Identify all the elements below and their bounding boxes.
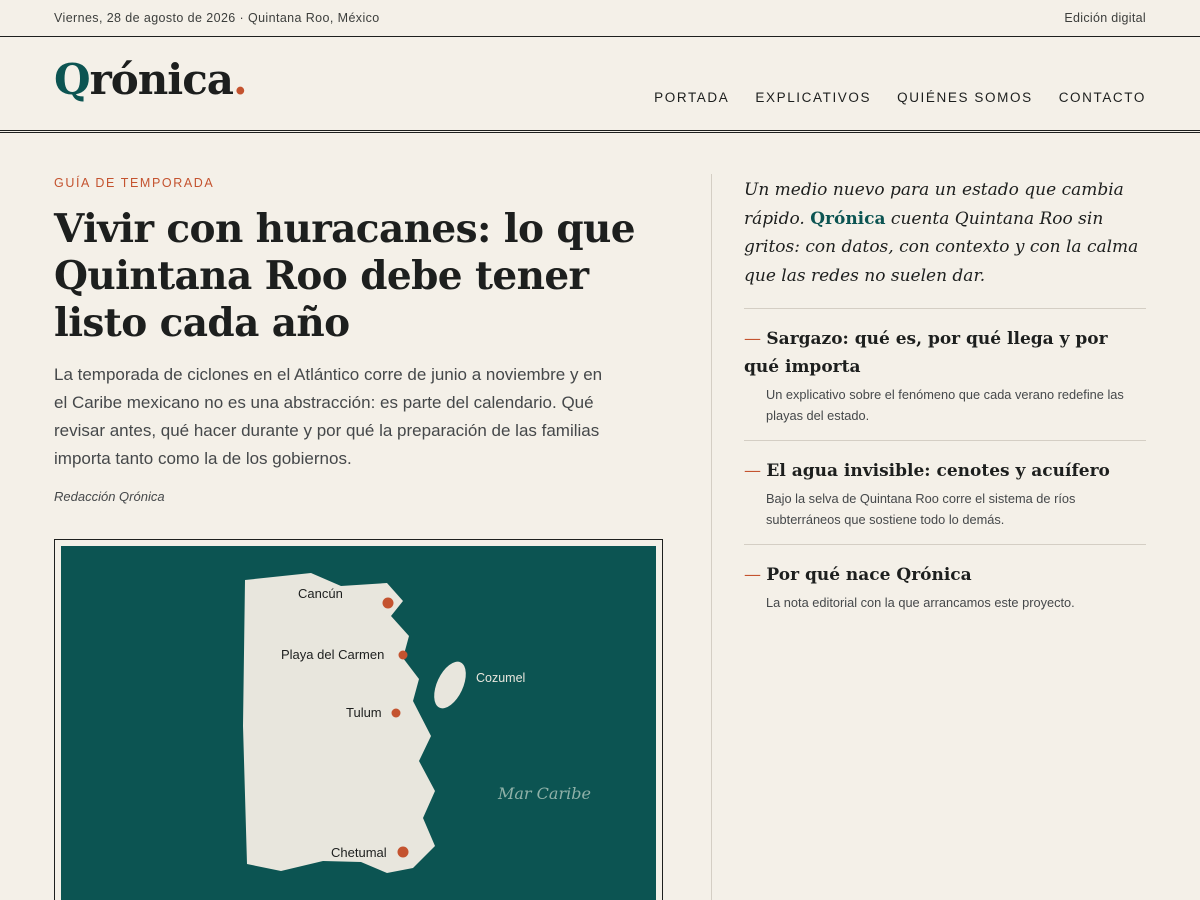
article-kicker: GUÍA DE TEMPORADA bbox=[54, 176, 215, 190]
nav-portada[interactable]: PORTADA bbox=[654, 90, 729, 105]
nav-explicativos[interactable]: EXPLICATIVOS bbox=[755, 90, 871, 105]
sidebar-item-title[interactable]: — Por qué nace Qrónica bbox=[744, 561, 1146, 589]
sidebar: Un medio nuevo para un estado que cambia… bbox=[744, 176, 1146, 628]
main-article: GUÍA DE TEMPORADA Vivir con huracanes: l… bbox=[54, 176, 664, 504]
sidebar-item-desc: Un explicativo sobre el fenómeno que cad… bbox=[766, 387, 1124, 423]
sidebar-item-title[interactable]: — El agua invisible: cenotes y acuífero bbox=[744, 457, 1146, 485]
article-headline[interactable]: Vivir con huracanes: lo que Quintana Roo… bbox=[54, 206, 664, 347]
dash-icon: — bbox=[744, 565, 767, 585]
sidebar-item-title-text[interactable]: El agua invisible: cenotes y acuífero bbox=[766, 461, 1110, 481]
article-byline: Redacción Qrónica bbox=[54, 489, 165, 504]
chetumal-label: Chetumal bbox=[331, 845, 387, 860]
masthead: Qrónica. PORTADA EXPLICATIVOS QUIÉNES SO… bbox=[0, 37, 1200, 133]
cancun-marker[interactable] bbox=[382, 597, 394, 609]
logo-dot: . bbox=[233, 55, 248, 104]
dateline: Viernes, 28 de agosto de 2026 · Quintana… bbox=[54, 11, 380, 25]
sidebar-item-title[interactable]: — Sargazo: qué es, por qué llega y por q… bbox=[744, 325, 1146, 381]
edition-label[interactable]: Edición digital bbox=[1064, 11, 1146, 25]
article-dek: La temporada de ciclones en el Atlántico… bbox=[54, 365, 603, 468]
logo-text: rónica bbox=[89, 55, 234, 104]
sidebar-item-title-text[interactable]: Sargazo: qué es, por qué llega y por qué… bbox=[744, 329, 1108, 377]
chetumal-marker[interactable] bbox=[397, 846, 409, 858]
cancun-label: Cancún bbox=[298, 586, 343, 601]
logo-q: Q bbox=[54, 55, 91, 104]
nav-contacto[interactable]: CONTACTO bbox=[1059, 90, 1146, 105]
sidebar-item[interactable]: — Sargazo: qué es, por qué llega y por q… bbox=[744, 308, 1146, 440]
top-bar: Viernes, 28 de agosto de 2026 · Quintana… bbox=[0, 0, 1200, 37]
site-logo[interactable]: Qrónica. bbox=[54, 59, 248, 101]
sidebar-item[interactable]: — Por qué nace Qrónica La nota editorial… bbox=[744, 544, 1146, 628]
dash-icon: — bbox=[744, 329, 767, 349]
playa-del-carmen-label: Playa del Carmen bbox=[281, 647, 384, 662]
sidebar-item-title-text[interactable]: Por qué nace Qrónica bbox=[766, 565, 971, 585]
sea-label: Mar Caribe bbox=[497, 784, 591, 803]
column-divider bbox=[711, 174, 712, 900]
sidebar-item[interactable]: — El agua invisible: cenotes y acuífero … bbox=[744, 440, 1146, 544]
sidebar-item-desc: La nota editorial con la que arrancamos … bbox=[766, 595, 1075, 610]
main-nav: PORTADA EXPLICATIVOS QUIÉNES SOMOS CONTA… bbox=[654, 90, 1146, 105]
sidebar-item-desc: Bajo la selva de Quintana Roo corre el s… bbox=[766, 491, 1076, 527]
playa-del-carmen-marker[interactable] bbox=[398, 650, 408, 660]
sidebar-intro: Un medio nuevo para un estado que cambia… bbox=[744, 176, 1146, 290]
tulum-marker[interactable] bbox=[391, 708, 401, 718]
quintana-roo-map: Cancún Playa del Carmen Tulum Chetumal C… bbox=[61, 546, 656, 900]
tulum-label: Tulum bbox=[346, 705, 382, 720]
dash-icon: — bbox=[744, 461, 767, 481]
map-figure: Cancún Playa del Carmen Tulum Chetumal C… bbox=[54, 539, 663, 900]
intro-brand: Qrónica bbox=[810, 208, 886, 229]
nav-quienes-somos[interactable]: QUIÉNES SOMOS bbox=[897, 90, 1033, 105]
cozumel-label: Cozumel bbox=[476, 671, 525, 685]
